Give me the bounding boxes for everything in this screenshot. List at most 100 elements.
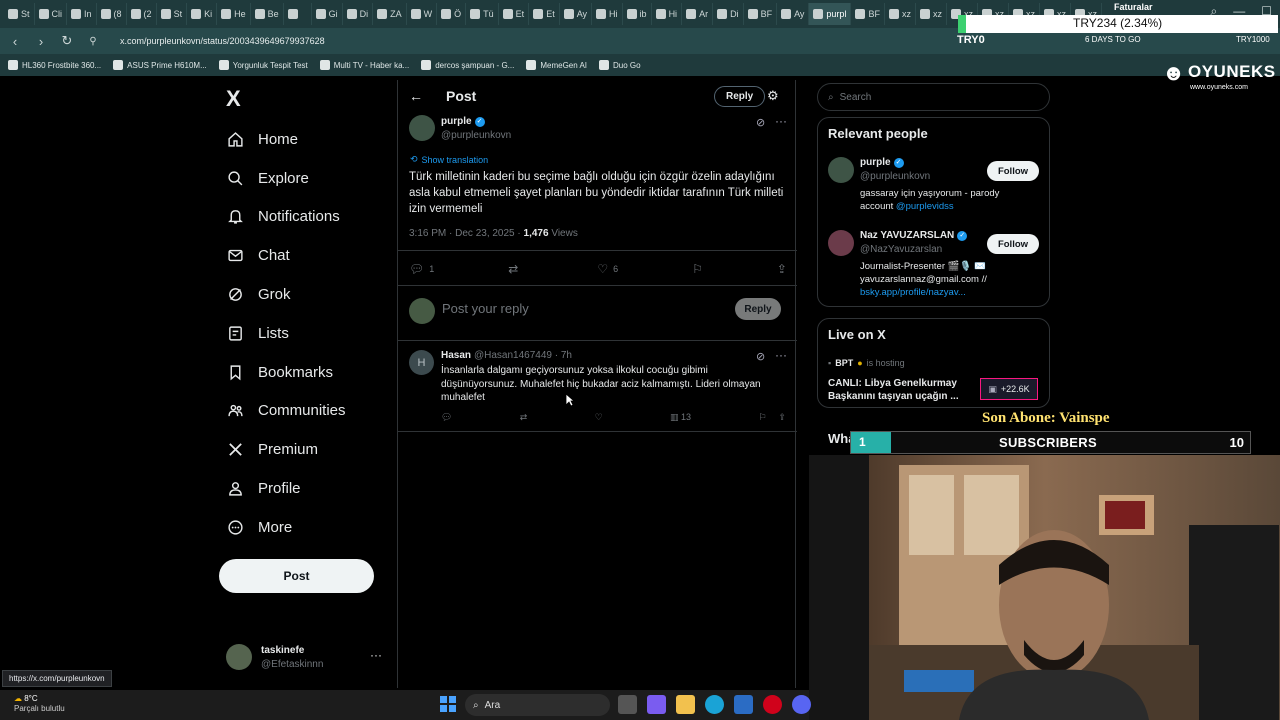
person-name-text[interactable]: Naz YAVUZARSLAN [860,230,954,241]
share-icon[interactable]: ⇪ [778,412,786,423]
nav-item-profile[interactable]: Profile [226,469,346,508]
like-action[interactable]: ♡ 6 [597,261,618,277]
copilot-icon[interactable] [647,695,666,714]
reply-action[interactable]: 💬︎ 1 [409,261,434,277]
browser-tab[interactable]: Et [529,3,560,25]
person-handle[interactable]: @NazYavuzarslan [860,244,942,255]
avatar[interactable] [828,157,854,183]
browser-tab[interactable]: Cli [35,3,68,25]
browser-tab[interactable]: W [407,3,438,25]
taskbar-search[interactable]: ⌕ Ara [465,694,610,716]
browser-tab[interactable]: xz [916,3,947,25]
follow-button[interactable]: Follow [987,234,1039,254]
nav-item-bookmarks[interactable]: Bookmarks [226,353,346,392]
more-dots-icon[interactable]: ··· [775,348,787,362]
share-action[interactable]: ⇪ [777,261,787,277]
reply-button[interactable]: Reply [735,298,781,320]
grok-icon[interactable]: ⊘ [756,350,765,363]
browser-tab[interactable]: Be [251,3,284,25]
person-name[interactable]: Naz YAVUZARSLAN ✓ [860,230,968,241]
reply-sort-button[interactable]: Reply [714,86,766,107]
back-arrow-icon[interactable]: ← [409,88,423,104]
browser-tab[interactable]: He [217,3,251,25]
heart-icon[interactable]: ♡ [595,412,603,423]
follow-button[interactable]: Follow [987,161,1039,181]
reload-icon[interactable]: ↻ [60,33,74,49]
opera-icon[interactable] [763,695,782,714]
bookmark-item[interactable]: ASUS Prime H610M... [113,60,207,70]
nav-item-grok[interactable]: Grok [226,275,346,314]
browser-tab[interactable]: Gi [312,3,343,25]
bookmark-item[interactable]: Yorgunluk Tespit Test [218,60,308,70]
repost-icon[interactable]: ⇄ [520,412,528,423]
bookmark-item[interactable]: Duo Go [599,60,641,70]
views-action[interactable]: ▥ 13 [670,412,691,423]
browser-tab[interactable]: BF [744,3,778,25]
person-name[interactable]: purple ✓ [860,157,904,168]
search-input[interactable]: ⌕ Search [817,83,1050,111]
person-name-text[interactable]: purple [860,157,891,168]
grok-icon[interactable]: ⊘ [756,116,765,129]
bookmark-item[interactable]: MemeGen AI [526,60,587,70]
live-title[interactable]: CANLI: Libya Genelkurmay Başkanını taşıy… [828,377,968,403]
site-info-icon[interactable]: ⚲ [86,36,100,47]
nav-item-chat[interactable]: Chat [226,236,346,275]
edge-icon[interactable] [705,695,724,714]
browser-tab[interactable]: Et [499,3,530,25]
more-dots-icon[interactable]: ··· [775,114,787,128]
repost-action[interactable]: ⇄ [508,261,523,277]
reply-icon[interactable]: 💬︎ [441,412,452,423]
reply-input[interactable]: Post your reply [442,301,529,316]
browser-tab[interactable]: Ar [682,3,714,25]
show-translation-text[interactable]: Show translation [422,155,489,165]
author-name-text[interactable]: purple [441,116,472,127]
post-author-name[interactable]: purple ✓ [441,116,485,127]
nav-item-home[interactable]: Home [226,120,346,159]
browser-tab[interactable] [284,3,312,25]
browser-tab[interactable]: Di [343,3,374,25]
store-icon[interactable] [734,695,753,714]
back-arrow-icon[interactable]: ‹ [8,34,22,49]
bookmark-action[interactable]: ⚐ [692,261,703,277]
task-view-icon[interactable] [618,695,637,714]
live-on-x-card[interactable]: Live on X ▪ BPT ● is hosting CANLI: Liby… [817,318,1050,408]
browser-tab[interactable]: Ki [187,3,218,25]
browser-tab[interactable]: Hi [592,3,623,25]
post-timestamp[interactable]: 3:16 PM · Dec 23, 2025 · [409,228,524,239]
avatar[interactable]: H [409,350,434,375]
forward-arrow-icon[interactable]: › [34,34,48,49]
post-button[interactable]: Post [219,559,374,593]
file-explorer-icon[interactable] [676,695,695,714]
post-author-handle[interactable]: @purpleunkovn [441,130,511,141]
account-switcher[interactable]: taskinefe @Efetaskinnn ··· [226,642,386,672]
browser-tab[interactable]: (8 [97,3,127,25]
bio-link[interactable]: @purplevidss [896,201,954,212]
bookmark-item[interactable]: dercos şampuan - G... [421,60,514,70]
more-dots-icon[interactable]: ··· [370,648,382,662]
browser-tab[interactable]: (2 [127,3,157,25]
nav-item-explore[interactable]: Explore [226,159,346,198]
url-field[interactable]: x.com/purpleunkovn/status/20034396496799… [120,36,325,46]
comment-author-name[interactable]: Hasan [441,350,471,361]
bio-link[interactable]: bsky.app/profile/nazyav... [860,287,966,298]
nav-item-more[interactable]: More [226,508,346,547]
browser-tab[interactable]: Ö [437,3,467,25]
browser-tab[interactable]: St [157,3,188,25]
browser-tab[interactable]: xz [885,3,916,25]
browser-tab[interactable]: ib [623,3,652,25]
browser-tab[interactable]: ZA [373,3,407,25]
avatar[interactable] [828,230,854,256]
comment-author-handle[interactable]: @Hasan1467449 · 7h [474,350,572,361]
browser-tab[interactable]: BF [851,3,885,25]
x-logo[interactable]: X [226,86,241,112]
nav-item-communities[interactable]: Communities [226,392,346,431]
browser-tab[interactable]: purpl [809,3,852,25]
nav-item-premium[interactable]: Premium [226,430,346,469]
nav-item-lists[interactable]: Lists [226,314,346,353]
browser-tab[interactable]: Ay [777,3,810,25]
avatar[interactable] [409,115,435,141]
bookmark-item[interactable]: Multi TV - Haber ka... [319,60,409,70]
bookmark-item[interactable]: HL360 Frostbite 360... [8,60,101,70]
browser-tab[interactable]: Di [713,3,744,25]
person-handle[interactable]: @purpleunkovn [860,171,930,182]
